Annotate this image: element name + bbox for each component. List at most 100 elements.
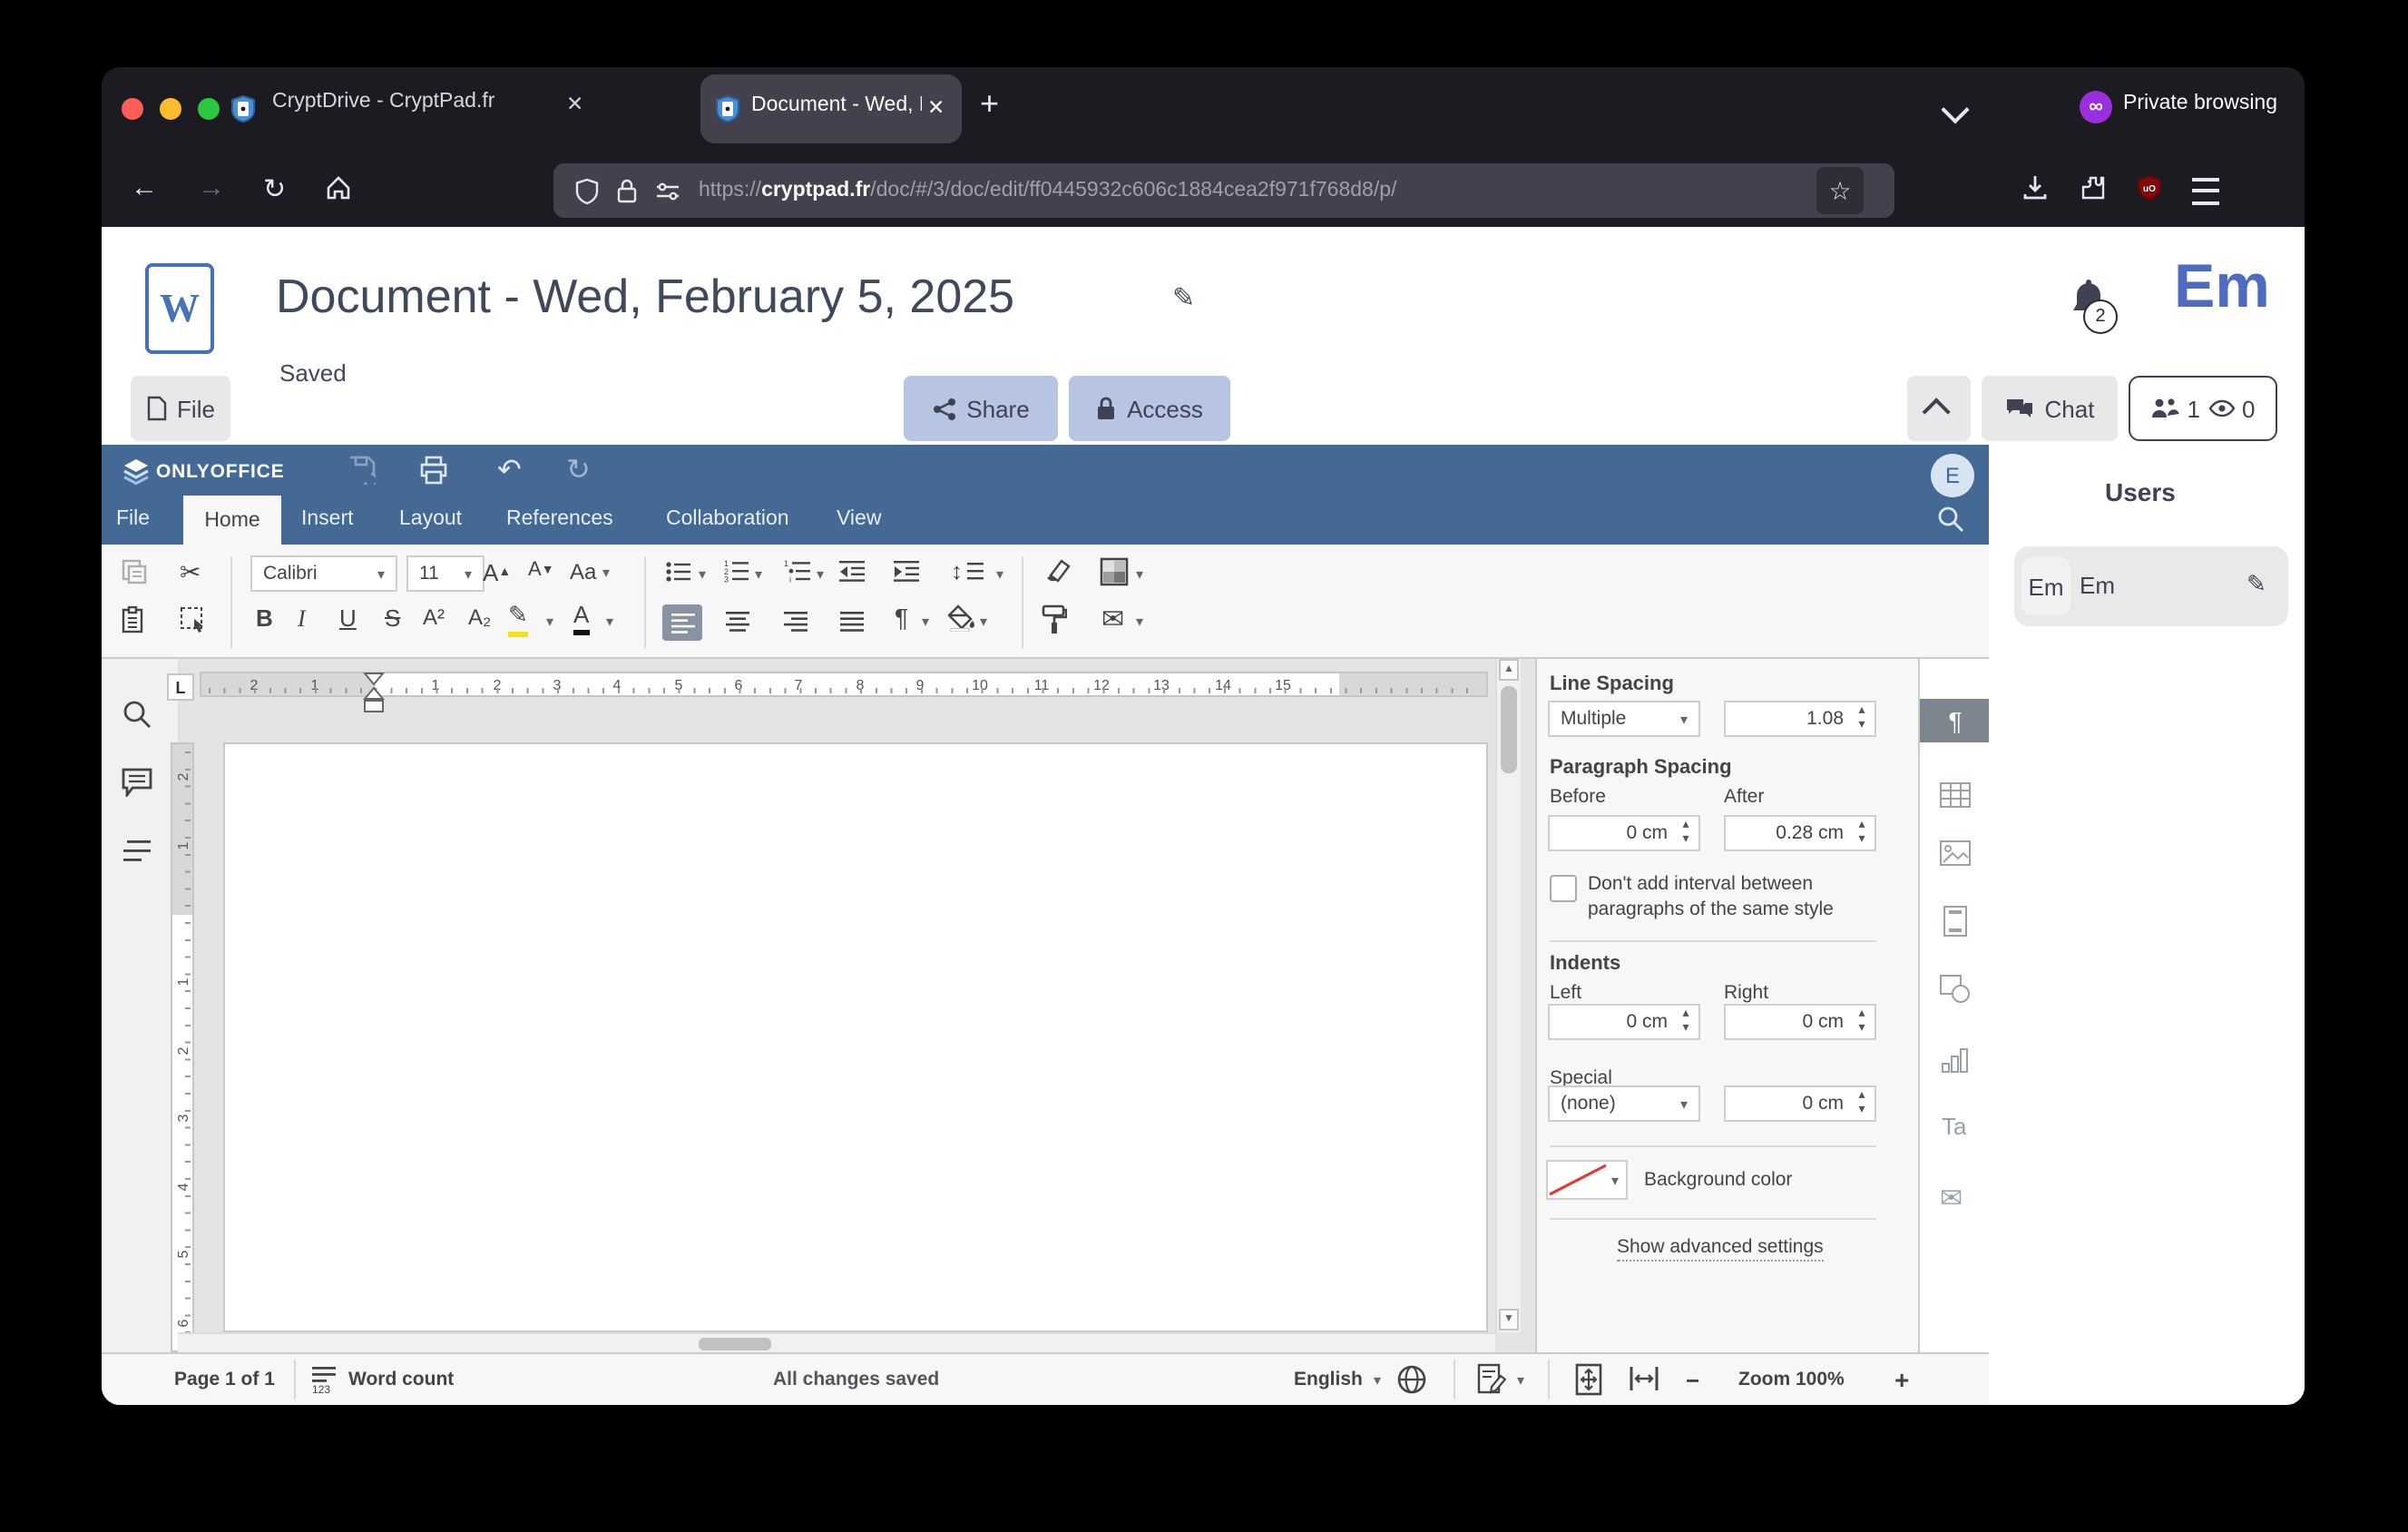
decrease-font-icon[interactable]: A▼ — [528, 559, 554, 581]
subscript-button[interactable]: A₂ — [468, 604, 491, 630]
chevron-down-icon[interactable]: ▾ — [996, 566, 1003, 583]
header-footer-settings-icon[interactable] — [1943, 906, 1967, 937]
search-icon[interactable] — [122, 699, 152, 730]
tab-close-icon[interactable]: ✕ — [927, 94, 945, 120]
paragraph-settings-tab-active[interactable]: ¶ — [1920, 699, 1991, 742]
track-changes-icon[interactable] — [1477, 1363, 1506, 1394]
mail-merge-settings-icon[interactable]: ✉ — [1940, 1182, 1963, 1214]
menu-layout[interactable]: Layout — [399, 508, 462, 530]
chat-button[interactable]: Chat — [1982, 376, 2118, 441]
superscript-button[interactable]: A² — [423, 604, 445, 630]
font-size-select[interactable]: 11 ▾ — [406, 555, 485, 592]
menu-home-active[interactable]: Home — [183, 496, 281, 545]
chevron-down-icon[interactable]: ▾ — [980, 614, 987, 630]
rename-pencil-icon[interactable]: ✎ — [1172, 281, 1195, 314]
user-row[interactable]: Em Em ✎ — [2014, 546, 2288, 626]
decrease-indent-icon[interactable] — [838, 561, 866, 583]
justify-button[interactable] — [840, 612, 864, 632]
clear-style-eraser-icon[interactable] — [1040, 559, 1071, 583]
vertical-scrollbar[interactable]: ▲ ▼ — [1495, 659, 1521, 1332]
italic-button[interactable]: I — [298, 604, 306, 633]
underline-button[interactable]: U — [339, 604, 357, 632]
chevron-down-icon[interactable]: ▾ — [1136, 614, 1143, 630]
chevron-down-icon[interactable]: ▾ — [1136, 566, 1143, 583]
spacing-after-spinner[interactable]: 0.28 cm ▴▾ — [1724, 815, 1876, 851]
paste-icon[interactable] — [122, 606, 147, 633]
comments-icon[interactable] — [122, 768, 152, 797]
tab-document-active[interactable]: Document - Wed, February 5, 2 ✕ — [700, 74, 962, 143]
strikethrough-button[interactable]: S — [385, 604, 400, 632]
globe-icon[interactable] — [1397, 1365, 1426, 1394]
line-spacing-select[interactable]: Multiple ▾ — [1548, 701, 1700, 737]
lock-icon[interactable] — [617, 178, 637, 203]
scroll-up-button[interactable]: ▲ — [1499, 659, 1519, 681]
scroll-down-button[interactable]: ▼ — [1499, 1309, 1519, 1331]
account-name[interactable]: Em — [2174, 252, 2270, 323]
minimize-window-button[interactable] — [160, 98, 181, 120]
access-button[interactable]: Access — [1069, 376, 1230, 441]
bold-button[interactable]: B — [256, 604, 273, 632]
numbered-list-icon[interactable]: 123 — [724, 559, 749, 583]
close-window-button[interactable] — [122, 98, 143, 120]
chevron-down-icon[interactable]: ▾ — [1374, 1372, 1381, 1389]
align-center-button[interactable] — [726, 612, 749, 632]
url-text[interactable]: https://cryptpad.fr/doc/#/3/doc/edit/ff0… — [699, 180, 1396, 201]
extensions-puzzle-icon[interactable] — [2080, 174, 2107, 201]
users-count-box[interactable]: 1 0 — [2129, 376, 2277, 441]
paragraph-shading-icon[interactable] — [1100, 557, 1129, 586]
line-spacing-amount-spinner[interactable]: 1.08 ▴▾ — [1724, 701, 1876, 737]
show-advanced-settings-link[interactable]: Show advanced settings — [1617, 1236, 1824, 1262]
reload-button[interactable]: ↻ — [263, 172, 286, 205]
spacing-before-spinner[interactable]: 0 cm ▴▾ — [1548, 815, 1700, 851]
new-tab-button[interactable]: + — [980, 85, 999, 123]
edit-name-pencil-icon[interactable]: ✎ — [2246, 570, 2266, 599]
align-right-button[interactable] — [784, 612, 808, 632]
undo-icon[interactable]: ↶ — [497, 452, 522, 488]
special-amount-spinner[interactable]: 0 cm ▴▾ — [1724, 1085, 1876, 1122]
special-select[interactable]: (none) ▾ — [1548, 1085, 1700, 1122]
collapse-toolbar-button[interactable] — [1907, 376, 1971, 441]
bullet-list-icon[interactable] — [666, 561, 691, 583]
font-name-select[interactable]: Calibri ▾ — [250, 555, 397, 592]
print-icon[interactable] — [419, 456, 448, 485]
font-color-button[interactable]: A — [573, 601, 589, 635]
document-title[interactable]: Document - Wed, February 5, 2025 — [276, 269, 1014, 325]
table-settings-icon[interactable] — [1940, 782, 1971, 808]
forward-button[interactable]: → — [198, 172, 225, 203]
tracking-shield-icon[interactable] — [575, 177, 599, 204]
indent-marker[interactable] — [363, 672, 385, 715]
tab-cryptdrive[interactable]: CryptDrive - CryptPad.fr ✕ — [203, 74, 690, 143]
nonprinting-chars-button[interactable]: ¶ — [895, 603, 908, 632]
navigation-headings-icon[interactable] — [123, 840, 151, 864]
horizontal-ruler[interactable]: 21123456789101112131415 — [200, 672, 1488, 697]
chevron-down-icon[interactable]: ▾ — [817, 566, 824, 583]
redo-icon[interactable]: ↻ — [566, 452, 591, 488]
chevron-down-icon[interactable]: ▾ — [755, 566, 762, 583]
menu-collaboration[interactable]: Collaboration — [666, 508, 789, 530]
cut-icon[interactable]: ✂ — [180, 557, 201, 588]
url-bar[interactable]: https://cryptpad.fr/doc/#/3/doc/edit/ff0… — [553, 163, 1894, 218]
image-settings-icon[interactable] — [1940, 840, 1971, 866]
interval-checkbox[interactable] — [1550, 875, 1577, 902]
mail-merge-icon[interactable]: ✉ — [1101, 603, 1124, 635]
zoom-out-button[interactable]: − — [1686, 1367, 1699, 1394]
textart-settings-icon[interactable]: Ta — [1942, 1113, 1966, 1140]
align-left-button-active[interactable] — [662, 604, 702, 641]
home-button[interactable] — [325, 174, 352, 201]
chevron-down-icon[interactable]: ▾ — [922, 614, 929, 630]
increase-indent-icon[interactable] — [893, 561, 920, 583]
bookmark-star-button[interactable]: ☆ — [1816, 167, 1864, 214]
copy-style-roller-icon[interactable] — [1040, 604, 1067, 633]
scrollbar-thumb[interactable] — [1501, 686, 1517, 773]
file-button[interactable]: File — [131, 376, 230, 441]
chevron-down-icon[interactable]: ▾ — [546, 614, 553, 630]
word-count-button[interactable]: Word count — [348, 1369, 454, 1390]
horizontal-scrollbar[interactable] — [178, 1332, 1495, 1352]
chevron-down-icon[interactable]: ▾ — [699, 566, 706, 583]
chevron-down-icon[interactable]: ▾ — [606, 614, 613, 630]
menu-hamburger-button[interactable] — [2192, 178, 2219, 205]
highlight-color-button[interactable]: ✎ — [508, 601, 528, 637]
increase-font-icon[interactable]: A▲ — [483, 559, 511, 586]
permissions-sliders-icon[interactable] — [655, 180, 680, 201]
page-count[interactable]: Page 1 of 1 — [174, 1369, 275, 1390]
